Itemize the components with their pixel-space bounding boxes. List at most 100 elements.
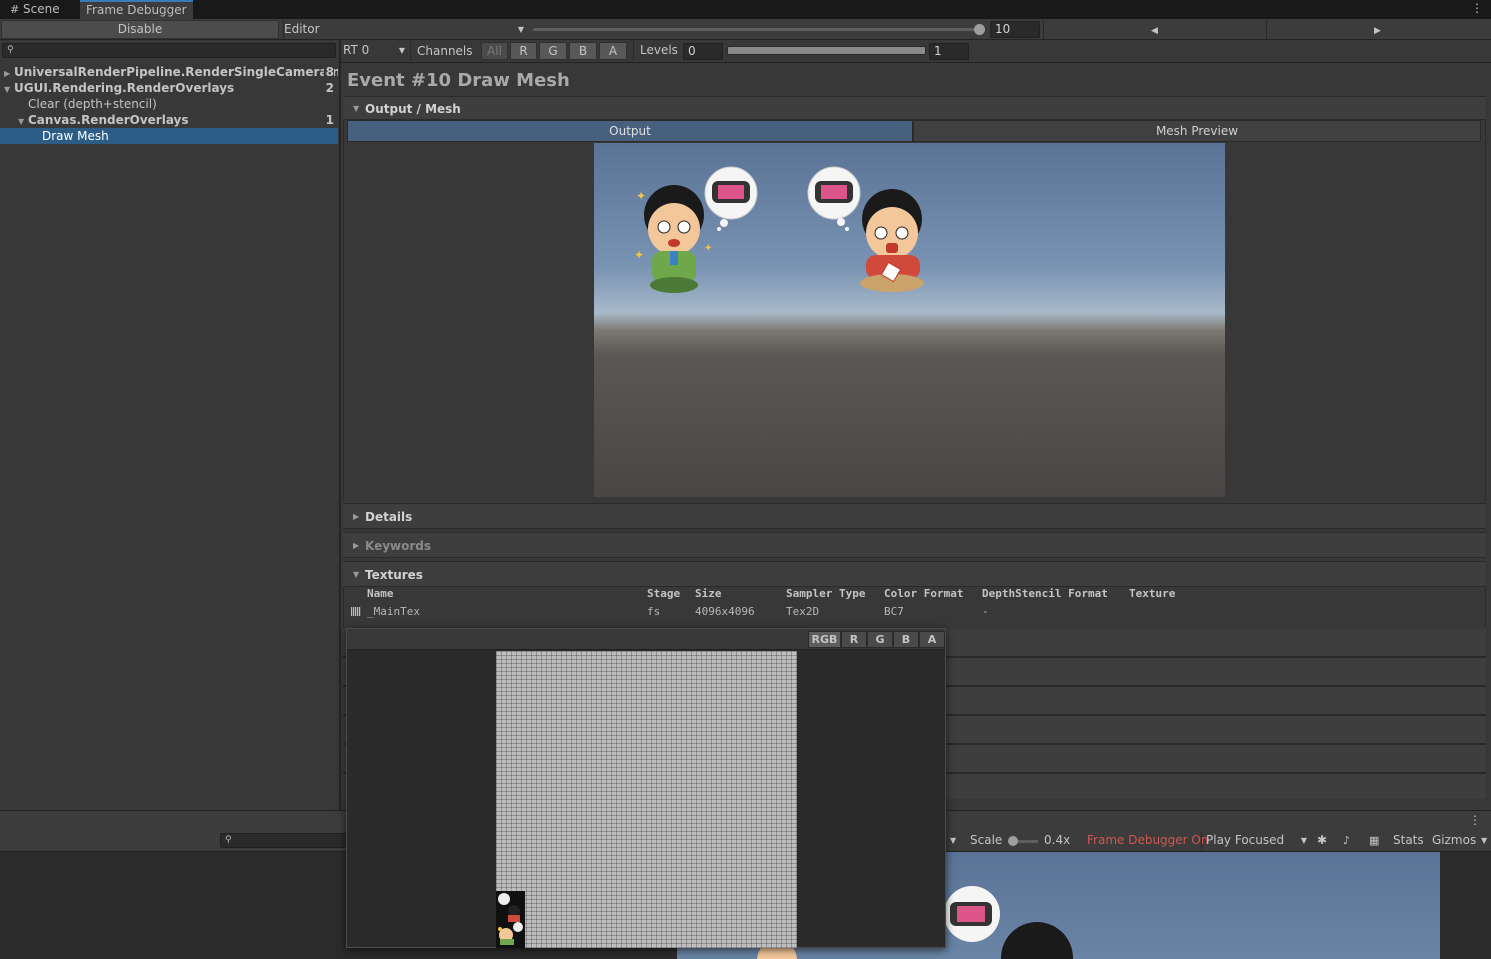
svg-text:✦: ✦ bbox=[704, 243, 712, 254]
header-depthstencil-format: DepthStencil Format bbox=[982, 587, 1108, 600]
window-tab-bar: # Scene Frame Debugger ⋮ bbox=[0, 0, 1491, 19]
arrow-right-icon: ▶ bbox=[1374, 26, 1381, 36]
tree-item-label: Clear (depth+stencil) bbox=[28, 97, 157, 111]
svg-text:✦: ✦ bbox=[636, 189, 646, 203]
texture-channel-bar: RGB R G B A bbox=[347, 629, 945, 650]
divider bbox=[410, 41, 411, 61]
scene-preview-canvas: ✦ ✦ ✦ bbox=[634, 166, 924, 293]
expanded-arrow-icon: ▼ bbox=[353, 104, 360, 113]
tree-item-count: 2 bbox=[323, 80, 334, 96]
mute-audio-icon[interactable]: ♪ bbox=[1343, 831, 1350, 850]
texture-preview-popup: RGB R G B A bbox=[346, 628, 946, 948]
frame-debugger-toolbar: Disable Editor ▼ 10 ◀ ▶ bbox=[0, 19, 1491, 40]
divider bbox=[341, 62, 1491, 63]
frame-debugger-on-badge: Frame Debugger On bbox=[1087, 833, 1209, 847]
svg-text:✦: ✦ bbox=[634, 248, 644, 262]
texture-depth-format: - bbox=[982, 605, 989, 618]
next-event-button[interactable]: ▶ bbox=[1266, 20, 1488, 39]
texture-name[interactable]: _MainTex bbox=[367, 605, 420, 618]
event-tree-panel: ⚲ ▶ UniversalRenderPipeline.RenderSingleC… bbox=[0, 40, 340, 810]
event-search-input[interactable]: ⚲ bbox=[2, 43, 336, 58]
tree-item-label: UGUI.Rendering.RenderOverlays bbox=[14, 81, 235, 95]
header-name: Name bbox=[367, 587, 394, 600]
display-dropdown-arrow-icon[interactable]: ▼ bbox=[950, 831, 956, 850]
play-mode-dropdown[interactable]: Play Focused ▼ bbox=[1201, 831, 1309, 850]
search-icon: ⚲ bbox=[7, 45, 14, 55]
channel-toggle-all[interactable]: All bbox=[481, 42, 508, 60]
tree-item-label: Draw Mesh bbox=[42, 129, 109, 143]
game-window-menu-icon[interactable]: ⋮ bbox=[1469, 813, 1481, 827]
left-character-illustration: ✦ ✦ ✦ bbox=[634, 166, 758, 293]
arrow-left-icon: ◀ bbox=[1151, 26, 1158, 36]
hierarchy-search-input[interactable]: ⚲ bbox=[220, 833, 360, 848]
texture-preview-image bbox=[496, 651, 797, 948]
channel-toggle-a[interactable]: A bbox=[599, 42, 627, 60]
collapsed-arrow-icon: ▶ bbox=[353, 512, 360, 521]
tree-item[interactable]: ▼ Canvas.RenderOverlays 1 bbox=[0, 112, 338, 128]
texture-sampler: Tex2D bbox=[786, 605, 820, 618]
channel-toggle-g[interactable]: G bbox=[539, 42, 567, 60]
header-texture: Texture bbox=[1129, 587, 1176, 600]
collapsed-arrow-icon[interactable]: ▶ bbox=[4, 66, 14, 80]
bug-icon[interactable]: ✱ bbox=[1317, 831, 1327, 850]
right-character-illustration bbox=[807, 166, 924, 292]
tab-scene[interactable]: # Scene bbox=[4, 0, 66, 19]
event-slider-track[interactable] bbox=[533, 28, 978, 31]
header-sampler-type: Sampler Type bbox=[786, 587, 866, 600]
popup-channel-g[interactable]: G bbox=[867, 631, 893, 648]
texture-color-format: BC7 bbox=[884, 605, 904, 618]
popup-channel-r[interactable]: R bbox=[841, 631, 867, 648]
render-target-preview: ✦ ✦ ✦ bbox=[594, 143, 1225, 497]
section-details[interactable]: ▶ Details bbox=[343, 503, 1486, 529]
expanded-arrow-icon: ▼ bbox=[353, 570, 360, 579]
tree-item[interactable]: Draw Mesh bbox=[0, 128, 338, 144]
section-output-mesh[interactable]: ▼ Output / Mesh bbox=[343, 96, 1486, 120]
tree-item-count: 1 bbox=[323, 112, 334, 128]
keyboard-icon[interactable]: ▦ bbox=[1369, 831, 1379, 850]
levels-range-slider[interactable] bbox=[727, 46, 926, 55]
tab-frame-debugger[interactable]: Frame Debugger bbox=[80, 0, 193, 19]
tab-mesh-preview[interactable]: Mesh Preview bbox=[913, 120, 1481, 142]
tree-item-count: 8 bbox=[323, 64, 334, 80]
render-target-dropdown[interactable]: RT 0 ▼ bbox=[343, 41, 407, 60]
previous-event-button[interactable]: ◀ bbox=[1043, 20, 1265, 39]
tree-item[interactable]: Clear (depth+stencil) bbox=[0, 96, 338, 112]
dropdown-arrow-icon: ▼ bbox=[517, 25, 524, 34]
collapsed-arrow-icon: ▶ bbox=[353, 541, 360, 550]
tree-item[interactable]: ▼ UGUI.Rendering.RenderOverlays 2 bbox=[0, 80, 338, 96]
disable-button[interactable]: Disable bbox=[1, 20, 279, 39]
expanded-arrow-icon[interactable]: ▼ bbox=[4, 82, 14, 96]
popup-channel-rgb[interactable]: RGB bbox=[808, 631, 841, 648]
channel-toggle-r[interactable]: R bbox=[510, 42, 537, 60]
window-menu-icon[interactable]: ⋮ bbox=[1471, 1, 1483, 15]
scale-label: Scale bbox=[970, 833, 1003, 847]
dropdown-arrow-icon: ▼ bbox=[1300, 836, 1307, 845]
event-number-field[interactable]: 10 bbox=[990, 21, 1040, 38]
section-keywords[interactable]: ▶ Keywords bbox=[343, 532, 1486, 558]
levels-max-field[interactable]: 1 bbox=[929, 43, 969, 60]
tab-output[interactable]: Output bbox=[347, 120, 913, 142]
popup-channel-a[interactable]: A bbox=[919, 631, 945, 648]
expanded-arrow-icon[interactable]: ▼ bbox=[18, 114, 28, 128]
channel-toggle-b[interactable]: B bbox=[569, 42, 597, 60]
texture-atlas-thumbnail bbox=[496, 891, 525, 948]
header-color-format: Color Format bbox=[884, 587, 964, 600]
dropdown-arrow-icon: ▼ bbox=[398, 46, 405, 55]
popup-channel-b[interactable]: B bbox=[893, 631, 919, 648]
tree-item[interactable]: ▶ UniversalRenderPipeline.RenderSingleCam… bbox=[0, 64, 338, 80]
section-textures[interactable]: ▼ Textures bbox=[343, 561, 1486, 587]
gizmos-dropdown-arrow-icon[interactable]: ▼ bbox=[1481, 831, 1487, 850]
search-icon: ⚲ bbox=[225, 835, 232, 845]
event-slider-thumb[interactable] bbox=[974, 24, 985, 35]
gizmos-button[interactable]: Gizmos bbox=[1432, 831, 1476, 850]
divider bbox=[633, 41, 634, 61]
levels-min-field[interactable]: 0 bbox=[683, 43, 723, 60]
scale-slider-thumb[interactable] bbox=[1008, 836, 1018, 846]
target-dropdown[interactable]: Editor ▼ bbox=[283, 20, 526, 39]
stats-button[interactable]: Stats bbox=[1393, 831, 1424, 850]
texture-icon bbox=[351, 607, 361, 616]
atlas-thumbnail-canvas bbox=[498, 893, 523, 945]
grid-icon: # bbox=[10, 3, 20, 16]
texture-stage: fs bbox=[647, 605, 661, 618]
scale-value: 0.4x bbox=[1044, 833, 1071, 847]
